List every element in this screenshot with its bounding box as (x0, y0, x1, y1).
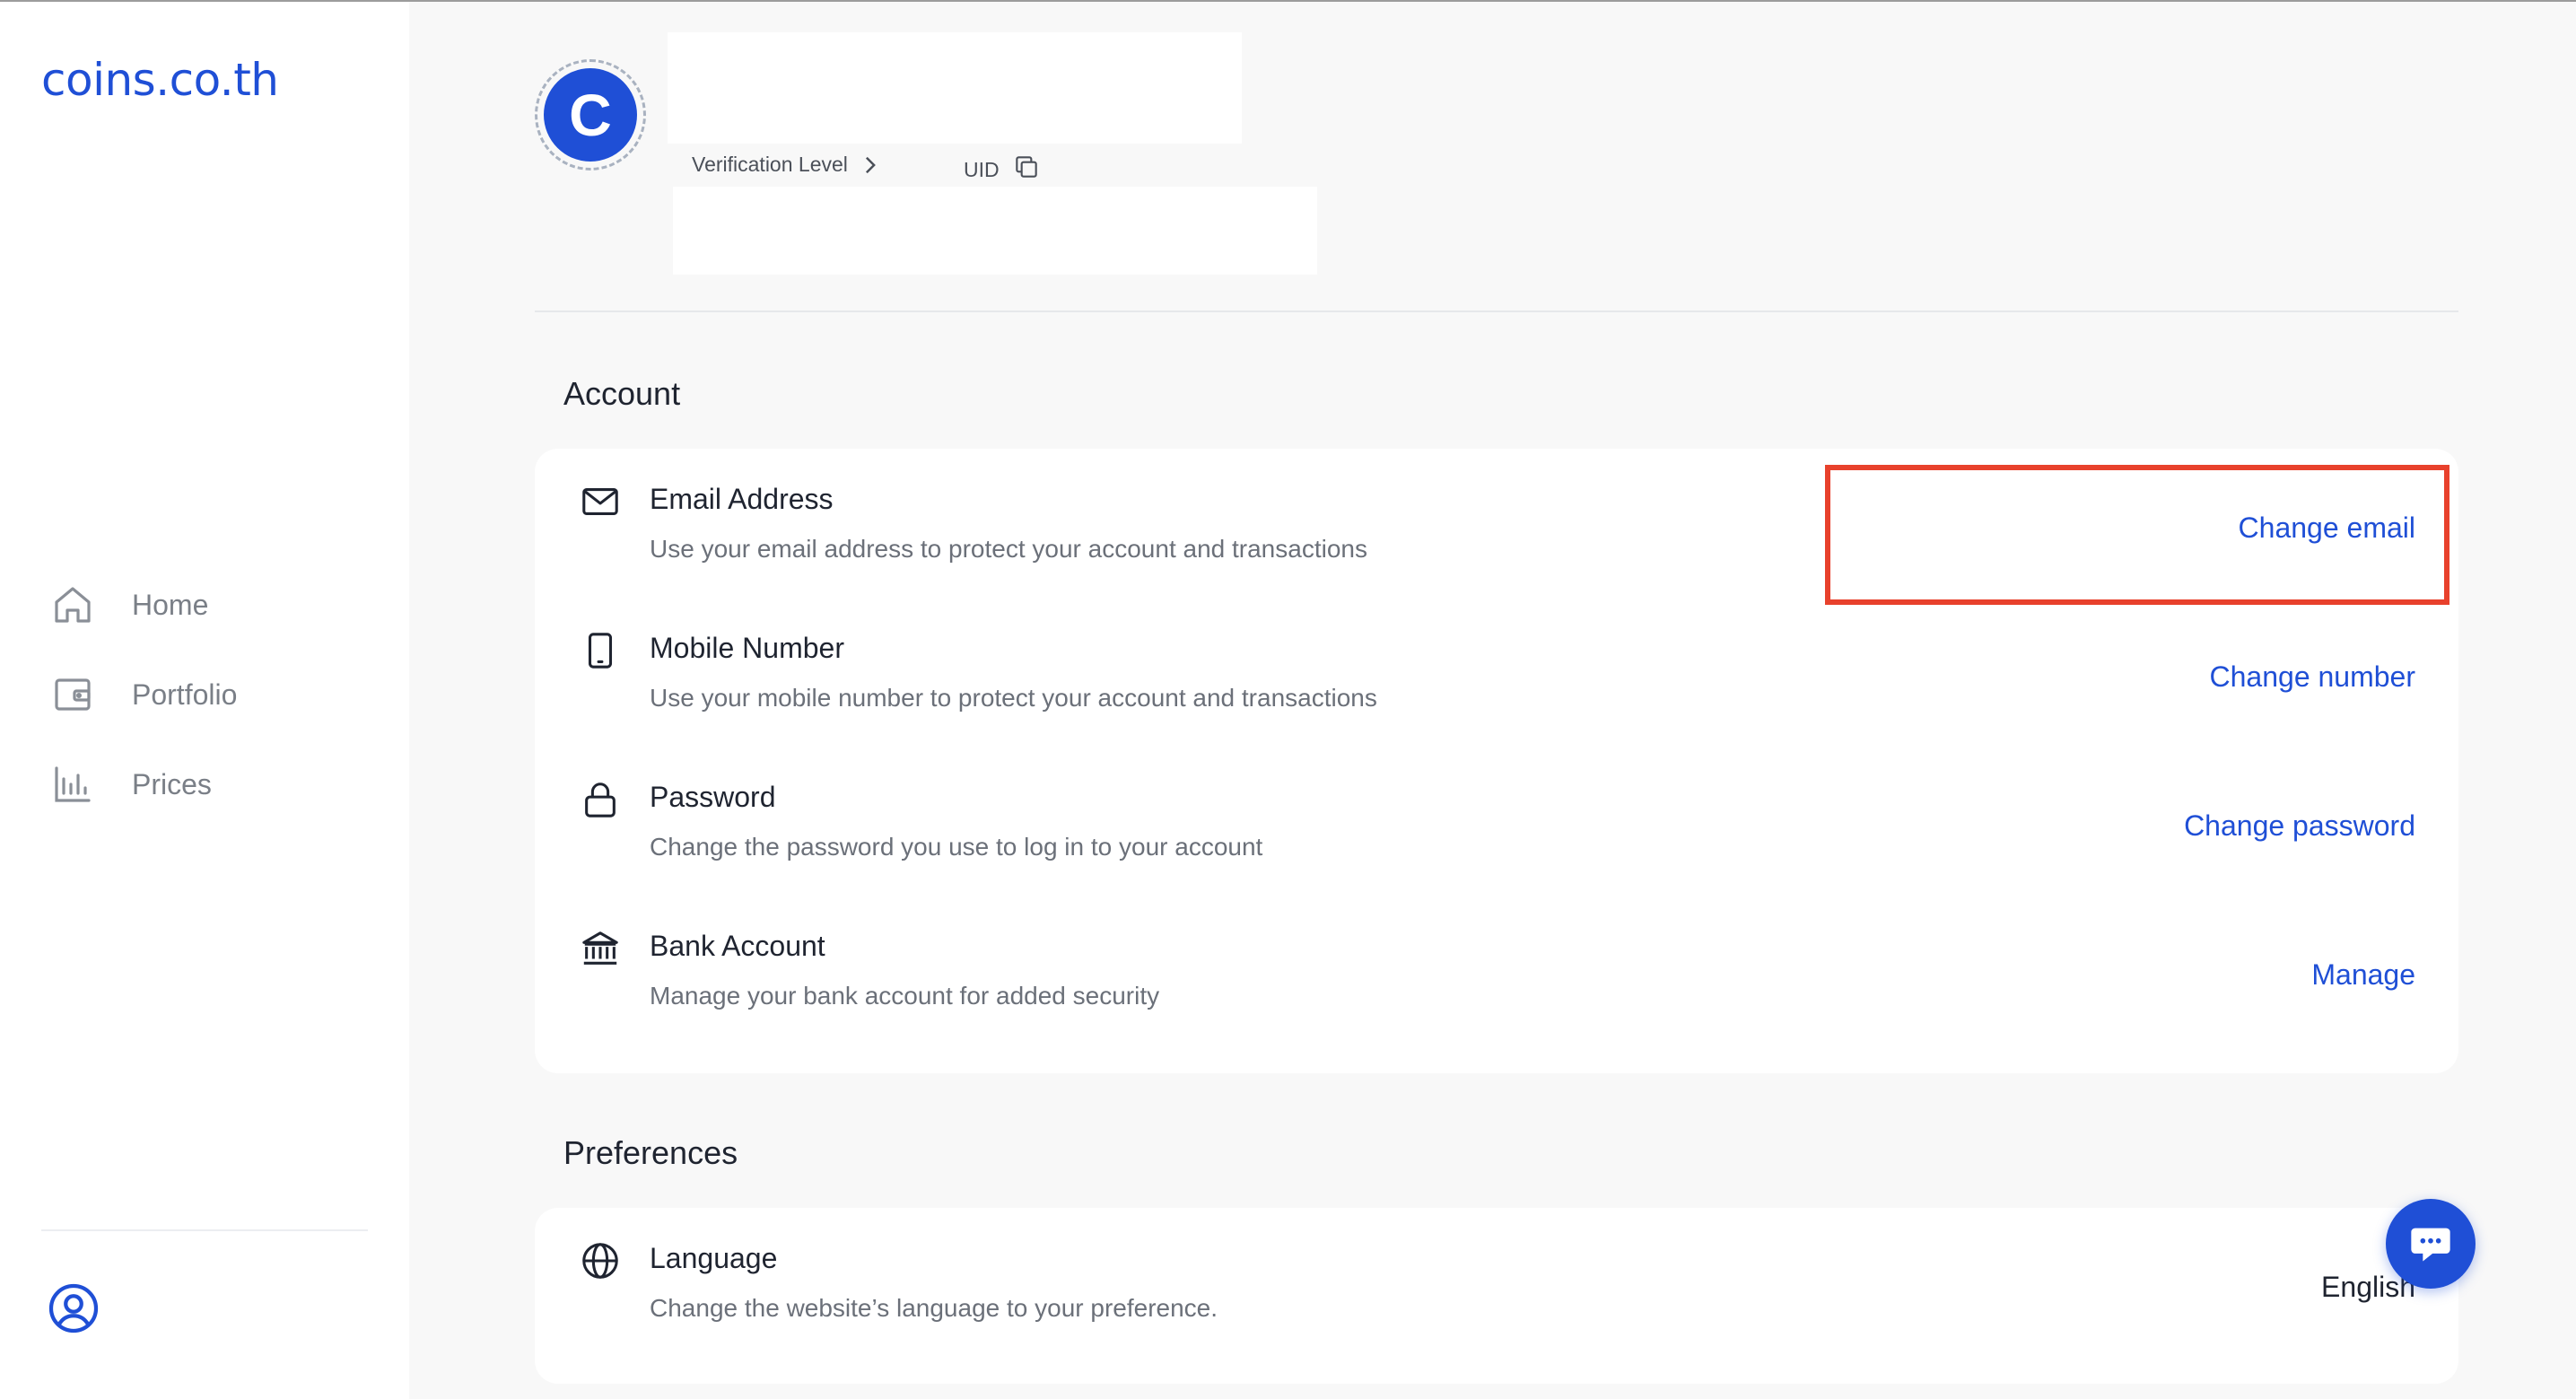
logo[interactable]: coins.co.th (41, 54, 279, 106)
sidebar-item-label: Home (132, 588, 209, 621)
header-divider (535, 310, 2458, 312)
sidebar-item-home[interactable]: Home (49, 578, 354, 632)
row-title: Language (650, 1242, 778, 1274)
user-circle-icon[interactable] (47, 1281, 100, 1335)
mobile-row: Mobile Number Use your mobile number to … (535, 598, 2458, 747)
globe-icon (578, 1238, 623, 1283)
uid-field: UID (964, 153, 1041, 187)
change-password-link[interactable]: Change password (2184, 809, 2415, 843)
bank-account-row: Bank Account Manage your bank account fo… (535, 896, 2458, 1045)
row-description: Use your email address to protect your a… (650, 535, 1367, 563)
change-number-link[interactable]: Change number (2210, 660, 2415, 694)
sidebar-item-label: Portfolio (132, 678, 238, 711)
uid-label: UID (964, 157, 1000, 181)
avatar: C (535, 59, 646, 171)
email-row: Email Address Use your email address to … (535, 449, 2458, 598)
chat-button[interactable] (2386, 1199, 2476, 1289)
row-description: Manage your bank account for added secur… (650, 982, 1160, 1010)
sidebar-divider (41, 1229, 368, 1231)
copy-icon[interactable] (1012, 153, 1041, 187)
chat-bubble-icon (2411, 1228, 2450, 1262)
manage-bank-link[interactable]: Manage (2311, 958, 2415, 992)
sidebar-item-label: Prices (132, 767, 212, 800)
home-icon (49, 581, 96, 628)
verification-level-label: Verification Level (692, 153, 848, 176)
avatar-letter: C (544, 68, 637, 162)
language-row[interactable]: Language Change the website’s language t… (535, 1208, 2458, 1357)
sidebar: coins.co.th Home Portfolio Prices (0, 2, 409, 1399)
phone-icon (578, 628, 623, 673)
row-title: Email Address (650, 483, 834, 515)
bank-icon (578, 926, 623, 971)
bar-chart-icon (49, 761, 96, 808)
mail-icon (578, 479, 623, 524)
row-description: Change the website’s language to your pr… (650, 1294, 1218, 1322)
row-description: Change the password you use to log in to… (650, 833, 1263, 861)
sidebar-item-prices[interactable]: Prices (49, 757, 354, 811)
change-email-link[interactable]: Change email (2239, 512, 2415, 545)
sidebar-item-portfolio[interactable]: Portfolio (49, 668, 354, 721)
preferences-section-title: Preferences (563, 1134, 738, 1171)
password-row: Password Change the password you use to … (535, 747, 2458, 896)
preferences-card: Language Change the website’s language t… (535, 1208, 2458, 1384)
row-title: Mobile Number (650, 632, 844, 664)
row-description: Use your mobile number to protect your a… (650, 684, 1377, 712)
lock-icon (578, 777, 623, 822)
redacted-uid-block (673, 187, 1317, 275)
account-card: Email Address Use your email address to … (535, 449, 2458, 1073)
row-title: Bank Account (650, 930, 825, 962)
wallet-icon (49, 671, 96, 718)
account-section-title: Account (563, 375, 681, 412)
row-title: Password (650, 781, 776, 813)
chevron-right-icon (865, 156, 876, 173)
verification-level-link[interactable]: Verification Level (692, 153, 878, 177)
redacted-name-block (668, 32, 1242, 144)
